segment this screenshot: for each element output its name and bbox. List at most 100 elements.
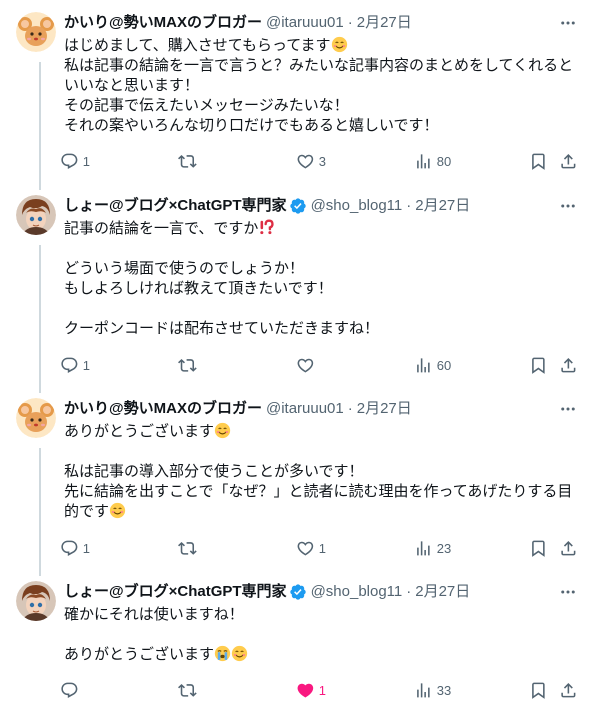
- heart-icon: [297, 154, 314, 169]
- tweet-date[interactable]: 2月27日: [415, 582, 470, 602]
- tweet-line: もしよろしければ教えて頂きたいです！: [64, 280, 333, 297]
- crying-face-emoji: [214, 645, 231, 662]
- bookmark-icon: [532, 682, 545, 699]
- heart-filled-icon: [297, 683, 314, 698]
- like-button[interactable]: 1: [296, 539, 326, 558]
- tweet[interactable]: しょー@ブログ×ChatGPT専門家 @sho_blog11 · 2月27日 確…: [0, 581, 593, 709]
- more-options-icon[interactable]: [559, 14, 577, 32]
- tweet-date[interactable]: 2月27日: [357, 13, 412, 33]
- heart-icon: [297, 541, 314, 556]
- share-button[interactable]: [559, 539, 578, 558]
- repost-icon: [178, 359, 197, 372]
- share-button[interactable]: [559, 152, 578, 171]
- user-handle[interactable]: @itaruuu01: [266, 399, 344, 419]
- views-chart-icon: [417, 154, 430, 169]
- bookmark-button[interactable]: [529, 356, 548, 375]
- more-options-icon[interactable]: [559, 197, 577, 215]
- like-count: 1: [318, 682, 326, 698]
- repost-icon: [178, 155, 197, 168]
- share-icon: [561, 683, 576, 698]
- verified-badge-icon: [289, 583, 307, 601]
- tweet-line: 記事の結論を一言で、ですか: [64, 219, 577, 239]
- exclamation-question-emoji: [260, 219, 275, 235]
- tweet-header: しょー@ブログ×ChatGPT専門家 @sho_blog11 · 2月27日: [64, 582, 553, 602]
- tweet-actions: 1 60: [60, 356, 581, 376]
- repost-icon: [178, 542, 197, 555]
- reply-button[interactable]: [60, 681, 83, 700]
- display-name[interactable]: しょー@ブログ×ChatGPT専門家: [64, 196, 287, 216]
- tweet-text: ありがとうございます 私は記事の導入部分で使うことが多いです！ 先に結論を出すこ…: [64, 422, 577, 522]
- tweet-line: 確かにそれは使いますね！: [64, 606, 244, 623]
- like-button[interactable]: 3: [296, 152, 326, 171]
- more-options-icon[interactable]: [559, 400, 577, 418]
- tweet-text: 確かにそれは使いますね！ ありがとうございます: [64, 605, 577, 665]
- tweet-line: それの案やいろんな切り口だけでもあると嬉しいです！: [64, 117, 439, 134]
- tweet[interactable]: しょー@ブログ×ChatGPT専門家 @sho_blog11 · 2月27日 記…: [0, 195, 593, 395]
- tweet-line: ありがとうございます: [64, 645, 577, 665]
- views-count: 33: [436, 682, 452, 698]
- views-button[interactable]: 60: [414, 356, 451, 375]
- views-button[interactable]: 23: [414, 539, 451, 558]
- like-button[interactable]: 1: [296, 681, 326, 700]
- repost-button[interactable]: [178, 356, 201, 375]
- tweet-actions: 1 33: [60, 681, 581, 701]
- tweet-actions: 1 1 23: [60, 539, 581, 559]
- tweet-header: かいり@勢いMAXのブロガー @itaruuu01 · 2月27日: [64, 13, 553, 33]
- display-name[interactable]: しょー@ブログ×ChatGPT専門家: [64, 582, 287, 602]
- tweet-line: はじめまして、購入させてもらってます: [64, 36, 577, 56]
- user-handle[interactable]: @sho_blog11: [311, 582, 403, 602]
- reply-button[interactable]: 1: [60, 152, 90, 171]
- reply-button[interactable]: 1: [60, 356, 90, 375]
- tweet-line: 的です: [64, 502, 577, 522]
- tweet-line: 私は記事の結論を一言で言うと？みたいな記事内容のまとめをしてくれると: [64, 57, 574, 74]
- reply-button[interactable]: 1: [60, 539, 90, 558]
- bookmark-icon: [532, 153, 545, 170]
- share-icon: [561, 154, 576, 169]
- tweet[interactable]: かいり@勢いMAXのブロガー @itaruuu01 · 2月27日 ありがとうご…: [0, 398, 593, 578]
- tweet-line: いいなと思います！: [64, 77, 200, 94]
- tweet-text: 記事の結論を一言で、ですか どういう場面で使うのでしょうか！ もしよろしければ教…: [64, 219, 577, 339]
- tweet-line: 先に結論を出すことで「なぜ？」と読者に読む理由を作ってあげたりする目: [64, 483, 573, 500]
- smiling-face-emoji: [109, 502, 126, 519]
- like-button[interactable]: [296, 356, 319, 375]
- views-button[interactable]: 33: [414, 681, 451, 700]
- verified-badge-icon: [289, 197, 307, 215]
- repost-button[interactable]: [178, 539, 201, 558]
- display-name[interactable]: かいり@勢いMAXのブロガー: [64, 399, 262, 419]
- share-button[interactable]: [559, 681, 578, 700]
- repost-button[interactable]: [178, 152, 201, 171]
- bookmark-icon: [532, 357, 545, 374]
- separator-dot: ·: [347, 14, 353, 31]
- views-button[interactable]: 80: [414, 152, 451, 171]
- more-options-icon[interactable]: [559, 583, 577, 601]
- display-name[interactable]: かいり@勢いMAXのブロガー: [64, 13, 262, 33]
- mouse-avatar[interactable]: [16, 398, 56, 438]
- like-count: 3: [318, 153, 326, 169]
- share-button[interactable]: [559, 356, 578, 375]
- tweet-header: かいり@勢いMAXのブロガー @itaruuu01 · 2月27日: [64, 399, 553, 419]
- views-chart-icon: [417, 683, 430, 698]
- reply-icon: [61, 357, 78, 373]
- tweet-date[interactable]: 2月27日: [415, 196, 470, 216]
- reply-count: 1: [82, 540, 90, 556]
- separator-dot: ·: [406, 583, 412, 600]
- smiling-face-emoji: [331, 36, 347, 53]
- mouse-avatar[interactable]: [16, 12, 56, 52]
- tweet-date[interactable]: 2月27日: [357, 399, 412, 419]
- user-handle[interactable]: @itaruuu01: [266, 13, 344, 33]
- anime-boy-avatar[interactable]: [16, 195, 56, 235]
- repost-icon: [178, 684, 197, 697]
- bookmark-button[interactable]: [529, 681, 548, 700]
- anime-boy-avatar[interactable]: [16, 581, 56, 621]
- bookmark-button[interactable]: [529, 152, 548, 171]
- tweet[interactable]: かいり@勢いMAXのブロガー @itaruuu01 · 2月27日 はじめまして…: [0, 12, 593, 192]
- repost-button[interactable]: [178, 681, 201, 700]
- views-chart-icon: [417, 541, 430, 556]
- tweet-line: ありがとうございます: [64, 422, 577, 442]
- bookmark-button[interactable]: [529, 539, 548, 558]
- user-handle[interactable]: @sho_blog11: [311, 196, 403, 216]
- reply-icon: [61, 540, 78, 556]
